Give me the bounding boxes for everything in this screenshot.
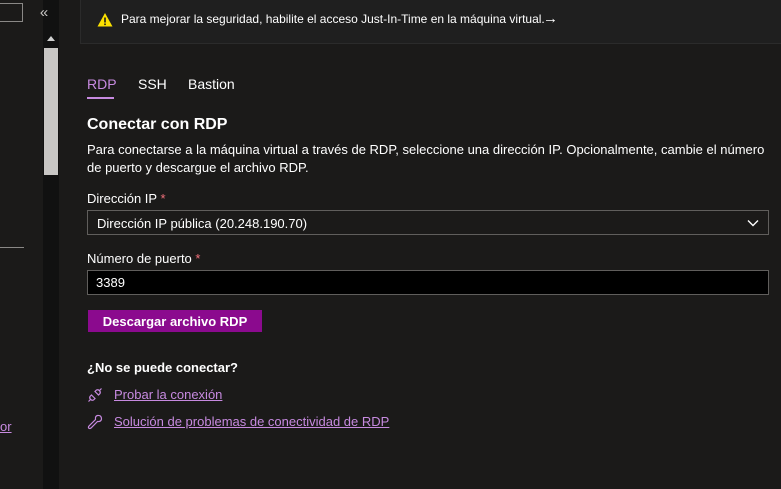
cannot-connect-heading: ¿No se puede conectar? [87,360,238,375]
filter-input[interactable] [0,3,23,22]
tab-bastion[interactable]: Bastion [188,76,235,92]
required-marker: * [195,251,201,266]
wrench-icon [87,414,103,430]
banner-message: Para mejorar la seguridad, habilite el a… [121,12,545,26]
ip-label-text: Dirección IP [87,191,157,206]
active-tab-indicator [87,97,114,99]
required-marker: * [160,191,166,206]
collapse-sidebar-button[interactable]: « [36,4,52,22]
ip-selected-value: Dirección IP pública (20.248.190.70) [97,216,308,231]
download-rdp-button[interactable]: Descargar archivo RDP [88,310,262,332]
chevron-down-icon [747,220,759,227]
section-description: Para conectarse a la máquina virtual a t… [87,142,765,175]
test-connection-label[interactable]: Probar la conexión [114,387,222,402]
port-number-input[interactable] [87,270,769,295]
warning-icon [97,13,113,27]
port-label: Número de puerto * [87,251,200,266]
divider [0,247,24,248]
scroll-up-icon[interactable] [47,36,55,41]
ip-address-dropdown[interactable]: Dirección IP pública (20.248.190.70) [87,210,769,235]
troubleshoot-rdp-label[interactable]: Solución de problemas de conectividad de… [114,414,389,429]
left-navigation-strip: or [0,0,43,489]
security-banner: Para mejorar la seguridad, habilite el a… [80,0,781,44]
sidebar-link[interactable]: or [0,419,12,434]
port-label-text: Número de puerto [87,251,192,266]
scrollbar-thumb[interactable] [44,48,58,175]
section-title: Conectar con RDP [87,116,228,133]
plug-icon [88,388,102,402]
banner-arrow-icon[interactable]: → [543,10,558,27]
tab-rdp[interactable]: RDP [87,76,117,92]
tab-ssh[interactable]: SSH [138,76,167,92]
ip-label: Dirección IP * [87,191,166,206]
